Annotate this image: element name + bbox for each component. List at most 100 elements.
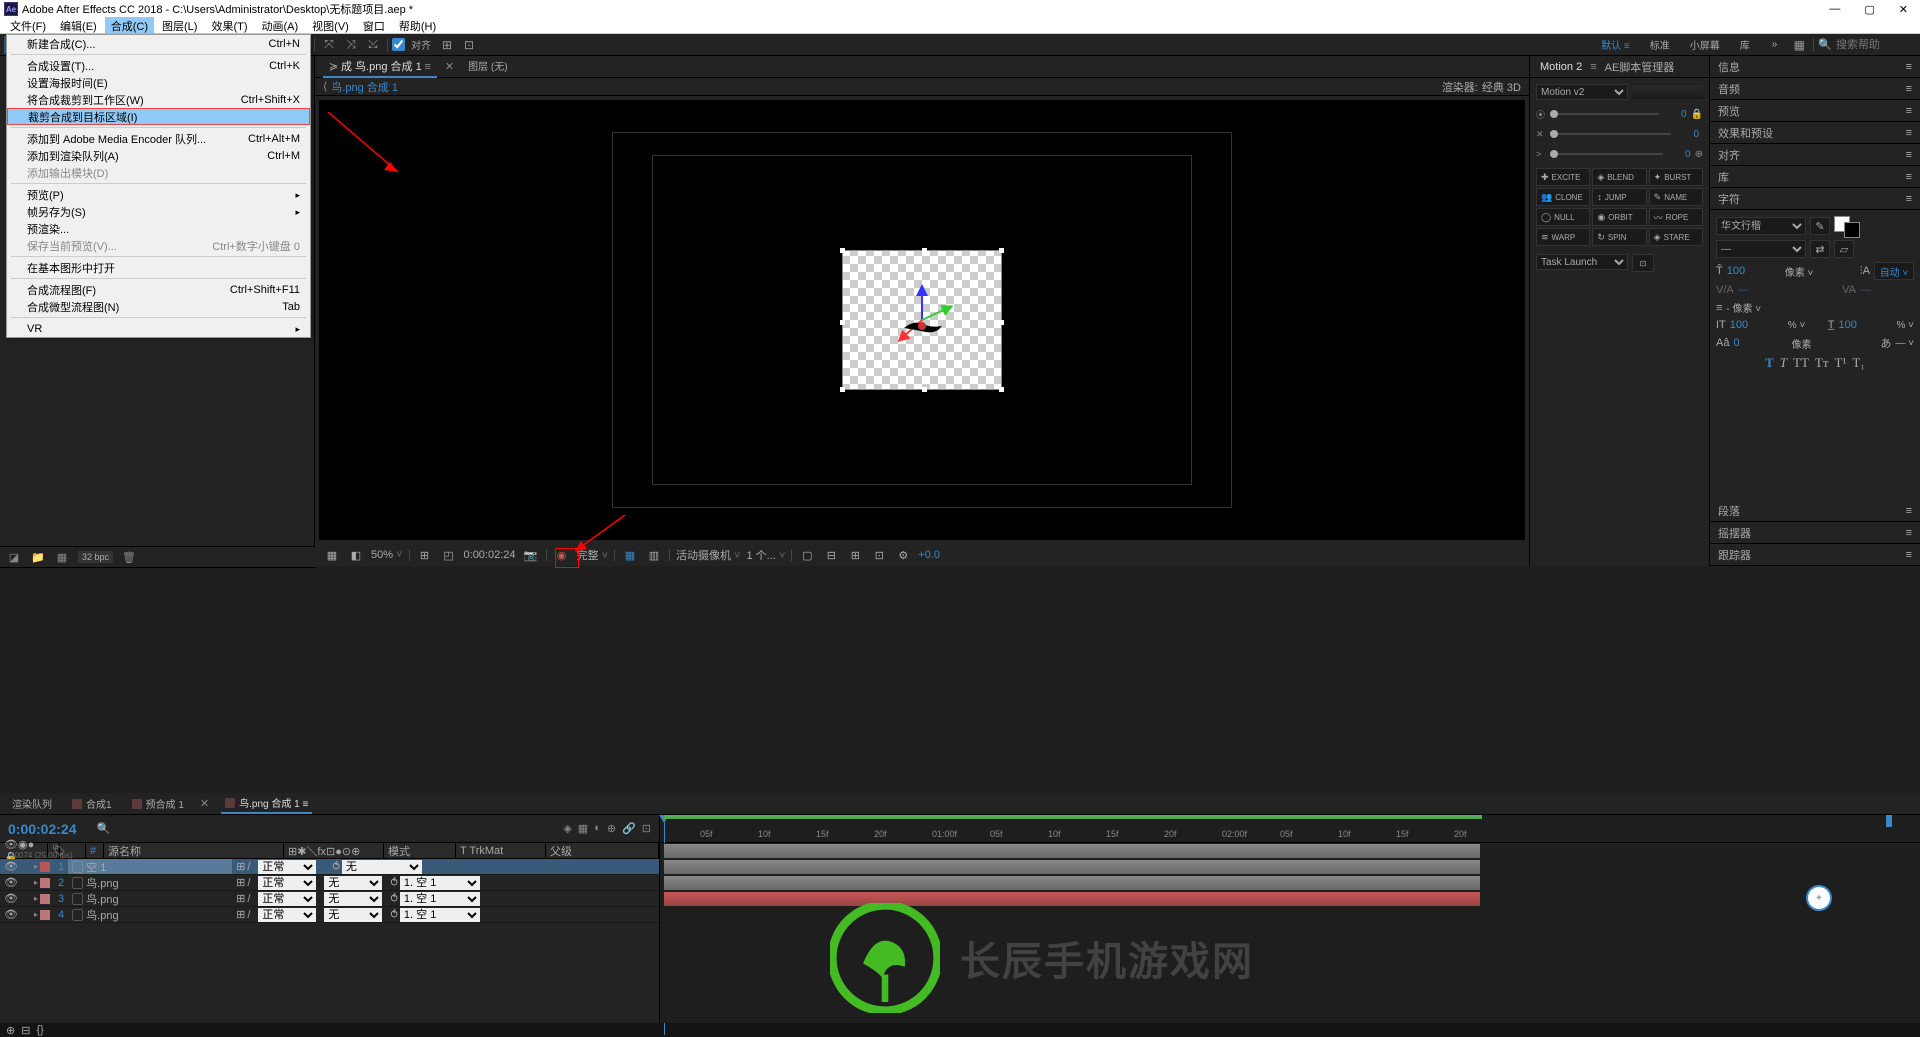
- menu-6[interactable]: 视图(V): [306, 17, 355, 35]
- axis-world-icon[interactable]: ⤨: [341, 36, 361, 54]
- color-mgmt-icon[interactable]: ◉: [553, 547, 571, 563]
- mode-dropdown[interactable]: 正常: [258, 892, 316, 906]
- motion-btn-blend[interactable]: ◈BLEND: [1592, 168, 1646, 186]
- tl-icon-2[interactable]: ▦: [578, 822, 588, 835]
- layout-3[interactable]: 库: [1730, 35, 1760, 54]
- renderer-value[interactable]: 经典 3D: [1482, 79, 1521, 95]
- menu-item[interactable]: 在基本图形中打开: [7, 259, 310, 276]
- motion-btn-excite[interactable]: ✚EXCITE: [1536, 168, 1590, 186]
- tl-icon-4[interactable]: ⊕: [607, 822, 616, 835]
- tlb-icon2[interactable]: ⊟: [21, 1024, 30, 1037]
- menu-item[interactable]: 合成微型流程图(N)Tab: [7, 298, 310, 315]
- timeline-tab-1[interactable]: 合成1: [68, 794, 116, 813]
- menu-1[interactable]: 编辑(E): [54, 17, 103, 35]
- tlb-icon3[interactable]: {}: [36, 1024, 43, 1036]
- subscript-button[interactable]: T₁: [1852, 355, 1864, 371]
- comp-canvas[interactable]: [842, 250, 1002, 390]
- task-launch-dropdown[interactable]: Task Launch: [1536, 254, 1628, 270]
- gear-icon[interactable]: ⚙: [894, 547, 912, 563]
- timeline-tab-3[interactable]: 鸟.png 合成 1 ≡: [221, 793, 312, 814]
- tl-icon-3[interactable]: ◐: [594, 822, 601, 835]
- axis-view-icon[interactable]: ⤩: [363, 36, 383, 54]
- side-section-4[interactable]: 对齐≡: [1710, 144, 1920, 166]
- menu-item[interactable]: 添加到 Adobe Media Encoder 队列...Ctrl+Alt+M: [7, 130, 310, 147]
- menu-item[interactable]: VR▸: [7, 320, 310, 337]
- no-fill-icon[interactable]: ▱: [1834, 240, 1854, 258]
- motion-btn-burst[interactable]: ✦BURST: [1649, 168, 1703, 186]
- tl-icon-6[interactable]: ⊡: [642, 822, 651, 835]
- snap-opts-icon[interactable]: ⊞: [437, 36, 457, 54]
- menu-3[interactable]: 图层(L): [156, 17, 203, 35]
- interp-icon[interactable]: ◪: [6, 550, 22, 564]
- resolution-dropdown[interactable]: 完整: [577, 547, 608, 563]
- side-section-6[interactable]: 字符≡: [1710, 188, 1920, 210]
- snap-opts2-icon[interactable]: ⊡: [459, 36, 479, 54]
- tab-close-icon[interactable]: ✕: [445, 60, 454, 73]
- view-count-dropdown[interactable]: 1 个...: [746, 547, 785, 563]
- eyedropper-icon[interactable]: ✎: [1810, 217, 1830, 235]
- minimize-button[interactable]: —: [1829, 3, 1840, 16]
- motion-btn-name[interactable]: ✎NAME: [1649, 188, 1703, 206]
- leading-auto[interactable]: 自动 ˅: [1874, 262, 1914, 280]
- motion-val-2[interactable]: 0: [1667, 149, 1691, 160]
- menu-item[interactable]: 合成流程图(F)Ctrl+Shift+F11: [7, 281, 310, 298]
- menu-item[interactable]: 裁剪合成到目标区域(I): [7, 108, 310, 125]
- work-area-bar[interactable]: [664, 815, 1482, 819]
- motion-preset-dropdown[interactable]: Motion v2: [1536, 84, 1628, 100]
- layer-row-2[interactable]: 👁▸2▢ 鸟.png⊞ /正常无⥀ 1. 空 1: [0, 875, 659, 891]
- snapshot-icon[interactable]: 📷: [522, 547, 540, 563]
- trash-icon[interactable]: 🗑: [121, 550, 137, 564]
- menu-item[interactable]: 添加到渲染队列(A)Ctrl+M: [7, 147, 310, 164]
- parent-dropdown[interactable]: 1. 空 1: [400, 876, 480, 890]
- tsume-val[interactable]: — ˅: [1895, 338, 1914, 349]
- menu-item[interactable]: 预览(P)▸: [7, 186, 310, 203]
- menu-item[interactable]: 将合成裁剪到工作区(W)Ctrl+Shift+X: [7, 91, 310, 108]
- new-comp-icon[interactable]: ▦: [54, 550, 70, 564]
- toggle-mask-icon[interactable]: ▥: [645, 547, 663, 563]
- hscale-input[interactable]: 100: [1838, 319, 1892, 331]
- stroke-unit[interactable]: - 像素 ˅: [1726, 300, 1761, 315]
- timeline-tab-close[interactable]: ✕: [200, 797, 209, 810]
- italic-button[interactable]: T: [1780, 355, 1787, 371]
- vb-icon1[interactable]: ▢: [798, 547, 816, 563]
- side-section-9[interactable]: 跟踪器≡: [1710, 544, 1920, 566]
- res-icon[interactable]: ⊞: [416, 547, 434, 563]
- exposure-value[interactable]: +0.0: [918, 549, 940, 561]
- clip-2[interactable]: [664, 876, 1480, 890]
- vscale-input[interactable]: 100: [1730, 319, 1784, 331]
- bold-button[interactable]: T: [1765, 355, 1774, 371]
- side-section-2[interactable]: 预览≡: [1710, 100, 1920, 122]
- menu-5[interactable]: 动画(A): [256, 17, 305, 35]
- swap-fill-stroke-icon[interactable]: ⇄: [1810, 240, 1830, 258]
- close-button[interactable]: ✕: [1899, 3, 1908, 16]
- lock-icon[interactable]: 🔒: [1691, 109, 1703, 120]
- layer-row-4[interactable]: 👁▸4▢ 鸟.png⊞ /正常无⥀ 1. 空 1: [0, 907, 659, 923]
- toggle-transparency-icon[interactable]: ▦: [621, 547, 639, 563]
- parent-dropdown[interactable]: 1. 空 1: [400, 892, 480, 906]
- mode-dropdown[interactable]: 正常: [258, 876, 316, 890]
- motion-btn-orbit[interactable]: ◉ORBIT: [1592, 208, 1646, 226]
- menu-8[interactable]: 帮助(H): [393, 17, 442, 35]
- track-area[interactable]: 长辰手机游戏网 ✦: [660, 843, 1920, 1023]
- motion-val-1[interactable]: 0: [1675, 129, 1699, 140]
- motion-tab-2[interactable]: AE脚本管理器: [1601, 57, 1679, 77]
- font-family-dropdown[interactable]: 华文行楷: [1716, 217, 1806, 235]
- motion-slider-0[interactable]: [1550, 113, 1659, 115]
- trkmat-dropdown[interactable]: 无: [324, 876, 382, 890]
- side-section-0[interactable]: 信息≡: [1710, 56, 1920, 78]
- layer-row-3[interactable]: 👁▸3▢ 鸟.png⊞ /正常无⥀ 1. 空 1: [0, 891, 659, 907]
- current-timecode[interactable]: 0:00:02:24: [8, 821, 77, 837]
- parent-dropdown[interactable]: 1. 空 1: [400, 908, 480, 922]
- tlb-icon1[interactable]: ⊕: [6, 1024, 15, 1037]
- vb-icon3[interactable]: ⊞: [846, 547, 864, 563]
- side-section-8[interactable]: 摇摆器≡: [1710, 522, 1920, 544]
- help-search-input[interactable]: [1836, 39, 1916, 51]
- side-section-7[interactable]: 段落≡: [1710, 500, 1920, 522]
- motion-slider-2[interactable]: [1550, 153, 1663, 155]
- motion-btn-clone[interactable]: 👥CLONE: [1536, 188, 1590, 206]
- trkmat-dropdown[interactable]: 无: [324, 892, 382, 906]
- motion-val-0[interactable]: 0: [1663, 109, 1687, 120]
- kerning-input[interactable]: —: [1738, 284, 1792, 296]
- motion-btn-warp[interactable]: ≋WARP: [1536, 228, 1590, 246]
- tl-icon-1[interactable]: ◈: [563, 822, 571, 835]
